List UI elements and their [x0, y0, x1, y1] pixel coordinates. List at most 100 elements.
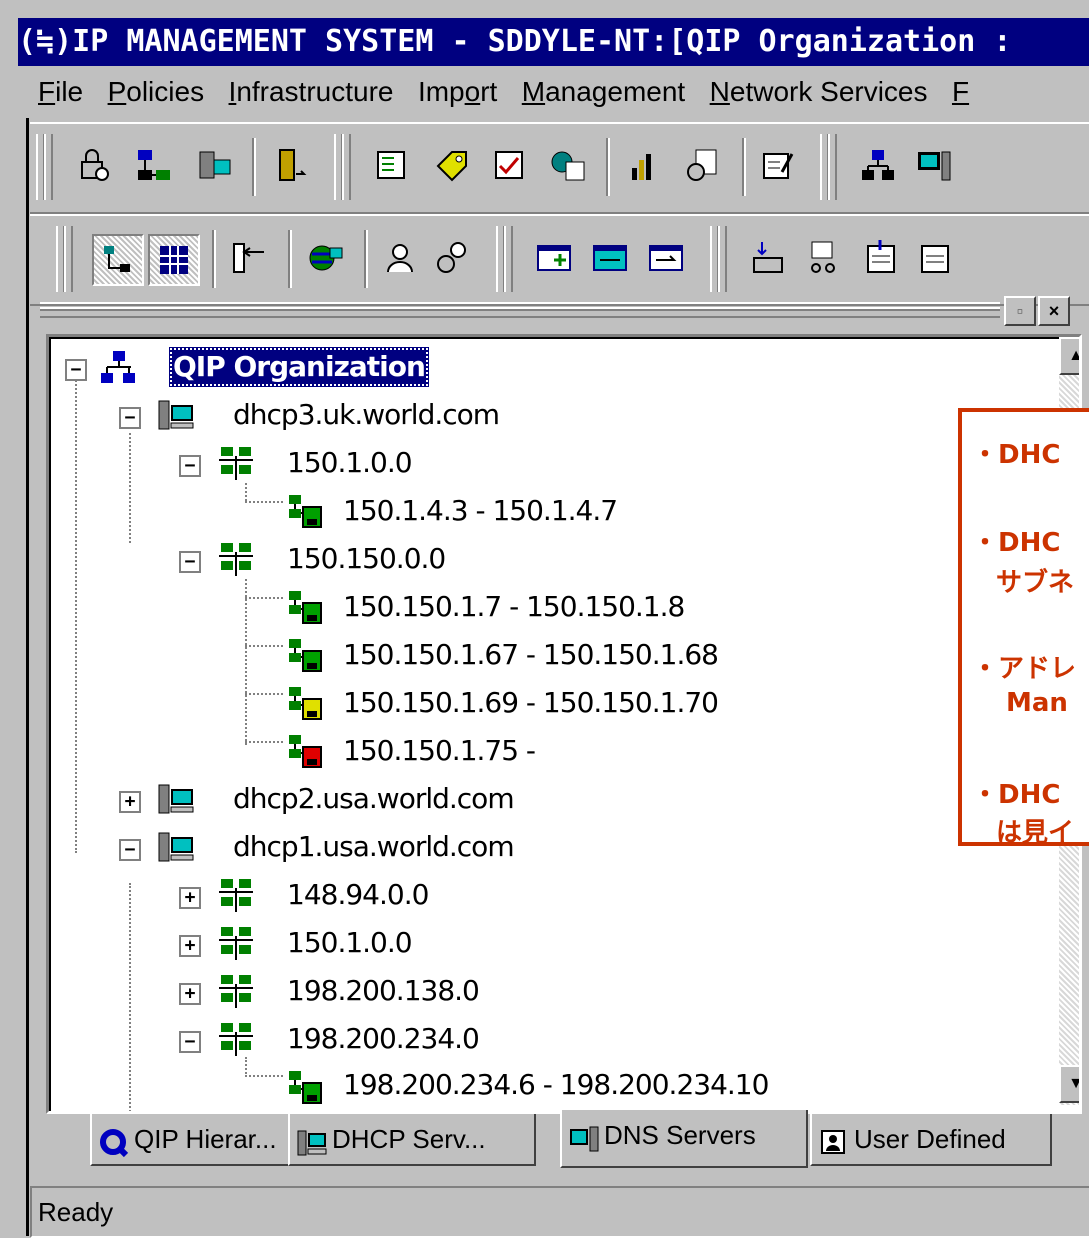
- globe-report-icon[interactable]: [544, 142, 592, 190]
- tab-dns-servers[interactable]: DNS Servers: [560, 1110, 808, 1168]
- minimize-pane-button[interactable]: ▫: [1004, 296, 1036, 326]
- tree-subnet-label[interactable]: 150.150.0.0: [287, 539, 446, 579]
- tree-subnet-label[interactable]: 150.1.0.0: [287, 443, 413, 483]
- callout-text: Man: [1006, 688, 1068, 718]
- tree-range-label[interactable]: 150.150.1.75 -: [343, 731, 536, 771]
- address-range-icon: [287, 637, 325, 675]
- toolbar-grip[interactable]: [342, 134, 351, 200]
- qip-logo-icon: [98, 1125, 130, 1158]
- subnet-icon: [217, 541, 255, 579]
- tree-connector: [129, 883, 131, 1111]
- tree-subnet-label[interactable]: 198.200.138.0: [287, 971, 480, 1011]
- toolbar-grip[interactable]: [44, 134, 53, 200]
- user-defined-icon: [818, 1125, 850, 1157]
- collapse-toggle[interactable]: −: [119, 839, 141, 861]
- checklist-icon[interactable]: [486, 142, 534, 190]
- pane-drag-handle[interactable]: [40, 302, 1000, 318]
- toolbar-grip[interactable]: [504, 226, 513, 292]
- toolbar-grip[interactable]: [718, 226, 727, 292]
- tree-connector: [129, 433, 131, 543]
- menu-import[interactable]: Import: [418, 66, 497, 118]
- toolbar-grip[interactable]: [828, 134, 837, 200]
- expand-toggle[interactable]: +: [179, 935, 201, 957]
- hierarchy-arrow-icon[interactable]: [226, 234, 274, 282]
- tree-server-label[interactable]: dhcp2.usa.world.com: [233, 779, 515, 819]
- tree-range-label[interactable]: 198.200.234.6 - 198.200.234.10: [343, 1065, 769, 1105]
- title-bar[interactable]: (≒)IP MANAGEMENT SYSTEM - SDDYLE-NT:[QIP…: [18, 18, 1089, 66]
- tab-user-defined[interactable]: User Defined: [810, 1114, 1052, 1166]
- import-doc-icon[interactable]: [856, 234, 904, 282]
- status-text: Ready: [38, 1197, 114, 1227]
- edit-doc-icon[interactable]: [754, 142, 802, 190]
- callout-text: ・DHC: [972, 528, 1061, 558]
- menu-truncated[interactable]: F: [952, 66, 969, 118]
- globe-network-icon[interactable]: [302, 234, 350, 282]
- pane-header: ▫ ×: [40, 296, 1070, 326]
- user-settings-icon[interactable]: [430, 234, 478, 282]
- menu-file[interactable]: File: [38, 66, 83, 118]
- callout-text: サブネ: [996, 568, 1075, 598]
- toolbar-grip[interactable]: [64, 226, 73, 292]
- download-printer-icon[interactable]: [744, 234, 792, 282]
- collapse-toggle[interactable]: −: [179, 551, 201, 573]
- tab-dhcp-servers[interactable]: DHCP Serv...: [288, 1114, 536, 1166]
- tree-connector: [245, 693, 283, 695]
- close-pane-button[interactable]: ×: [1038, 296, 1070, 326]
- tree-connector: [245, 741, 283, 743]
- tree-range-label[interactable]: 150.150.1.69 - 150.150.1.70: [343, 683, 719, 723]
- toolbar-separator: [742, 138, 746, 196]
- tree-subnet-label[interactable]: 148.94.0.0: [287, 875, 429, 915]
- scroll-up-button[interactable]: ▲: [1059, 337, 1079, 375]
- computer-icon[interactable]: [910, 142, 958, 190]
- collapse-toggle[interactable]: −: [179, 455, 201, 477]
- tag-icon[interactable]: [428, 142, 476, 190]
- tree-range-label[interactable]: 150.1.4.3 - 150.1.4.7: [343, 491, 618, 531]
- export-doc-icon[interactable]: [910, 234, 958, 282]
- expand-toggle[interactable]: +: [179, 983, 201, 1005]
- collapse-toggle[interactable]: −: [119, 407, 141, 429]
- network-icon[interactable]: [130, 142, 178, 190]
- bar-chart-icon[interactable]: [620, 142, 668, 190]
- exit-door-icon[interactable]: [266, 142, 314, 190]
- window-arrow-icon[interactable]: [642, 234, 690, 282]
- window-left-edge: [26, 118, 29, 1236]
- scroll-down-button[interactable]: ▼: [1059, 1065, 1079, 1103]
- subnet-icon: [217, 877, 255, 915]
- window-add-icon[interactable]: [530, 234, 578, 282]
- window-title: (≒)IP MANAGEMENT SYSTEM - SDDYLE-NT:[QIP…: [18, 24, 1012, 59]
- window-move-icon[interactable]: [586, 234, 634, 282]
- topology-icon[interactable]: [854, 142, 902, 190]
- server-icon[interactable]: [190, 142, 238, 190]
- tree-range-label[interactable]: 150.150.1.7 - 150.150.1.8: [343, 587, 685, 627]
- grid-view-icon[interactable]: [148, 234, 200, 286]
- tree-view-icon[interactable]: [92, 234, 144, 286]
- menu-management[interactable]: Management: [522, 66, 685, 118]
- menu-policies[interactable]: Policies: [108, 66, 205, 118]
- address-range-icon: [287, 493, 325, 531]
- collapse-toggle[interactable]: −: [179, 1031, 201, 1053]
- callout-text: ・DHC: [972, 780, 1061, 810]
- dhcp-server-icon: [157, 781, 195, 819]
- expand-toggle[interactable]: +: [179, 887, 201, 909]
- tree-subnet-label[interactable]: 198.200.234.0: [287, 1019, 480, 1059]
- tree-root-label[interactable]: QIP Organization: [169, 347, 429, 387]
- tree-view[interactable]: − QIP Organization − dhcp3.uk.world.com …: [46, 334, 1082, 1114]
- tree-range-label[interactable]: 150.150.1.67 - 150.150.1.68: [343, 635, 719, 675]
- lock-users-icon[interactable]: [70, 142, 118, 190]
- tree-subnet-label[interactable]: 150.1.0.0: [287, 923, 413, 963]
- report-icon[interactable]: [368, 142, 416, 190]
- tree-server-label[interactable]: dhcp3.uk.world.com: [233, 395, 500, 435]
- scissors-doc-icon[interactable]: [800, 234, 848, 282]
- callout-text: ・DHC: [972, 440, 1061, 470]
- menu-infrastructure[interactable]: Infrastructure: [229, 66, 394, 118]
- app-window: (≒)IP MANAGEMENT SYSTEM - SDDYLE-NT:[QIP…: [0, 0, 1089, 1238]
- tree-server-label[interactable]: dhcp1.usa.world.com: [233, 827, 515, 867]
- toolbar-main: [30, 122, 1089, 214]
- expand-toggle[interactable]: +: [119, 791, 141, 813]
- collapse-toggle[interactable]: −: [65, 359, 87, 381]
- menu-network-services[interactable]: Network Services: [710, 66, 928, 118]
- user-icon[interactable]: [376, 234, 424, 282]
- view-tabs: QIP Hierar... DHCP Serv... DNS Servers U…: [70, 1110, 1070, 1170]
- settings-doc-icon[interactable]: [678, 142, 726, 190]
- tab-qip-hierarchy[interactable]: QIP Hierar...: [90, 1114, 296, 1166]
